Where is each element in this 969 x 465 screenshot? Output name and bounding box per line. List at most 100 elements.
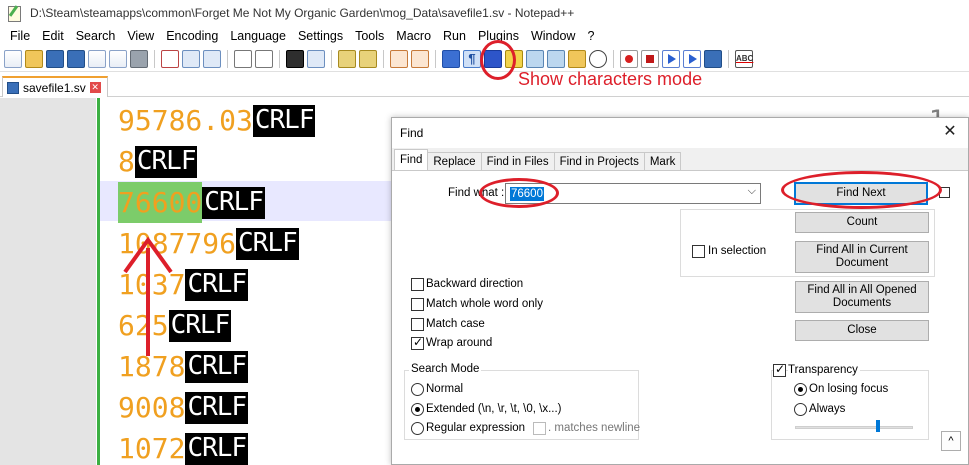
transparency-slider-thumb[interactable] [875,420,880,432]
zoom-out-icon[interactable] [359,49,377,68]
matches-newline-label: . matches newline [548,422,641,434]
transparency-label: Transparency [788,364,860,376]
notepadpp-icon [6,5,22,22]
count-button[interactable]: Count [795,212,929,233]
tab-mark[interactable]: Mark [643,152,682,171]
eol-marker: CRLF [236,227,299,260]
in-selection-label: In selection [708,245,767,257]
tab-replace[interactable]: Replace [427,152,482,171]
line-text: 95786.03 [118,104,253,137]
regex-label: Regular expression [426,422,526,434]
menu-settings[interactable]: Settings [292,29,349,43]
monitoring-eye-icon[interactable] [589,49,607,68]
chevron-down-icon[interactable]: ⌵ [748,185,756,198]
menu-run[interactable]: Run [437,29,472,43]
transparency-slider-track[interactable] [795,426,913,429]
menu-macro[interactable]: Macro [390,29,437,43]
on-losing-focus-radio[interactable] [794,383,807,396]
toolbar-separator [728,49,729,68]
undo-icon[interactable] [234,49,252,68]
annotation-arrow-head [123,236,173,274]
menu-edit[interactable]: Edit [36,29,70,43]
always-radio[interactable] [794,403,807,416]
line-text: 1072 [118,432,186,465]
menu-search[interactable]: Search [70,29,122,43]
tab-find[interactable]: Find [394,149,429,171]
regex-radio[interactable] [411,422,424,435]
save-all-icon[interactable] [67,49,85,68]
transparency-checkbox[interactable] [773,362,786,377]
find-all-current-button[interactable]: Find All in Current Document [795,241,929,273]
close-all-icon[interactable] [109,49,127,68]
code-line[interactable]: 76600 CRLF [118,182,265,223]
tab-find-in-projects[interactable]: Find in Projects [553,152,645,171]
eol-marker: CRLF [185,350,249,383]
show-all-characters-icon[interactable]: ¶ [463,49,481,68]
stop-recording-icon[interactable] [641,49,659,68]
menu-view[interactable]: View [121,29,160,43]
whole-word-checkbox[interactable] [411,298,424,311]
record-macro-icon[interactable] [620,49,638,68]
folder-as-workspace-icon[interactable] [568,49,586,68]
document-map-icon[interactable] [526,49,544,68]
run-macro-multiple-icon[interactable] [683,49,701,68]
in-selection-checkbox[interactable] [692,245,705,258]
code-line[interactable]: 8 CRLF [118,141,198,182]
close-button[interactable]: Close [795,320,929,341]
search-mode-title: Search Mode [409,363,482,375]
annotation-ring-find-next [781,171,942,209]
extended-radio[interactable] [411,403,424,416]
eol-marker: CRLF [185,432,249,465]
copy-icon[interactable] [182,49,200,68]
function-list-icon[interactable] [547,49,565,68]
menu-language[interactable]: Language [224,29,292,43]
on-losing-focus-label: On losing focus [809,383,889,395]
toolbar-separator [383,49,384,68]
new-file-icon[interactable] [4,49,22,68]
dialog-close-icon[interactable]: ✕ [942,124,958,140]
replace-icon[interactable] [307,49,325,68]
collapse-dialog-button[interactable]: ^ [941,431,961,451]
menu-file[interactable]: File [4,29,36,43]
tab-savefile1[interactable]: savefile1.sv ✕ [2,76,108,97]
word-wrap-icon[interactable] [442,49,460,68]
tab-find-in-files[interactable]: Find in Files [480,152,555,171]
save-icon[interactable] [46,49,64,68]
zoom-in-icon[interactable] [338,49,356,68]
menu-tools[interactable]: Tools [349,29,390,43]
find-icon[interactable] [286,49,304,68]
code-line[interactable]: 95786.03 CRLF [118,100,316,141]
close-icon[interactable] [88,49,106,68]
close-tab-icon[interactable]: ✕ [89,82,101,93]
print-icon[interactable] [130,49,148,68]
cut-icon[interactable] [161,49,179,68]
match-case-checkbox[interactable] [411,318,424,331]
menu-help[interactable]: ? [581,29,600,43]
menu-window[interactable]: Window [525,29,581,43]
line-text: 1878 [118,350,186,383]
paste-icon[interactable] [203,49,221,68]
sync-horizontal-icon[interactable] [411,49,429,68]
code-line[interactable]: 625 CRLF [118,305,232,346]
find-all-opened-button[interactable]: Find All in All Opened Documents [795,281,929,313]
spell-check-icon[interactable]: ABC [735,49,753,68]
matches-newline-checkbox[interactable] [533,422,546,435]
open-file-icon[interactable] [25,49,43,68]
playback-icon[interactable] [662,49,680,68]
sync-vertical-icon[interactable] [390,49,408,68]
toolbar-separator [331,49,332,68]
eol-marker: CRLF [134,145,198,178]
backward-direction-checkbox[interactable] [411,278,424,291]
wrap-around-checkbox[interactable] [411,335,424,350]
title-bar: D:\Steam\steamapps\common\Forget Me Not … [0,0,969,26]
normal-radio[interactable] [411,383,424,396]
save-macro-icon[interactable] [704,49,722,68]
eol-marker: CRLF [185,268,249,301]
code-line[interactable]: 1072 CRLF [118,428,249,465]
annotation-caption: Show characters mode [518,69,703,89]
annotation-ring-find-what [479,178,559,208]
code-line[interactable]: 1878 CRLF [118,346,249,387]
redo-icon[interactable] [255,49,273,68]
code-line[interactable]: 9008 CRLF [118,387,249,428]
menu-encoding[interactable]: Encoding [160,29,224,43]
